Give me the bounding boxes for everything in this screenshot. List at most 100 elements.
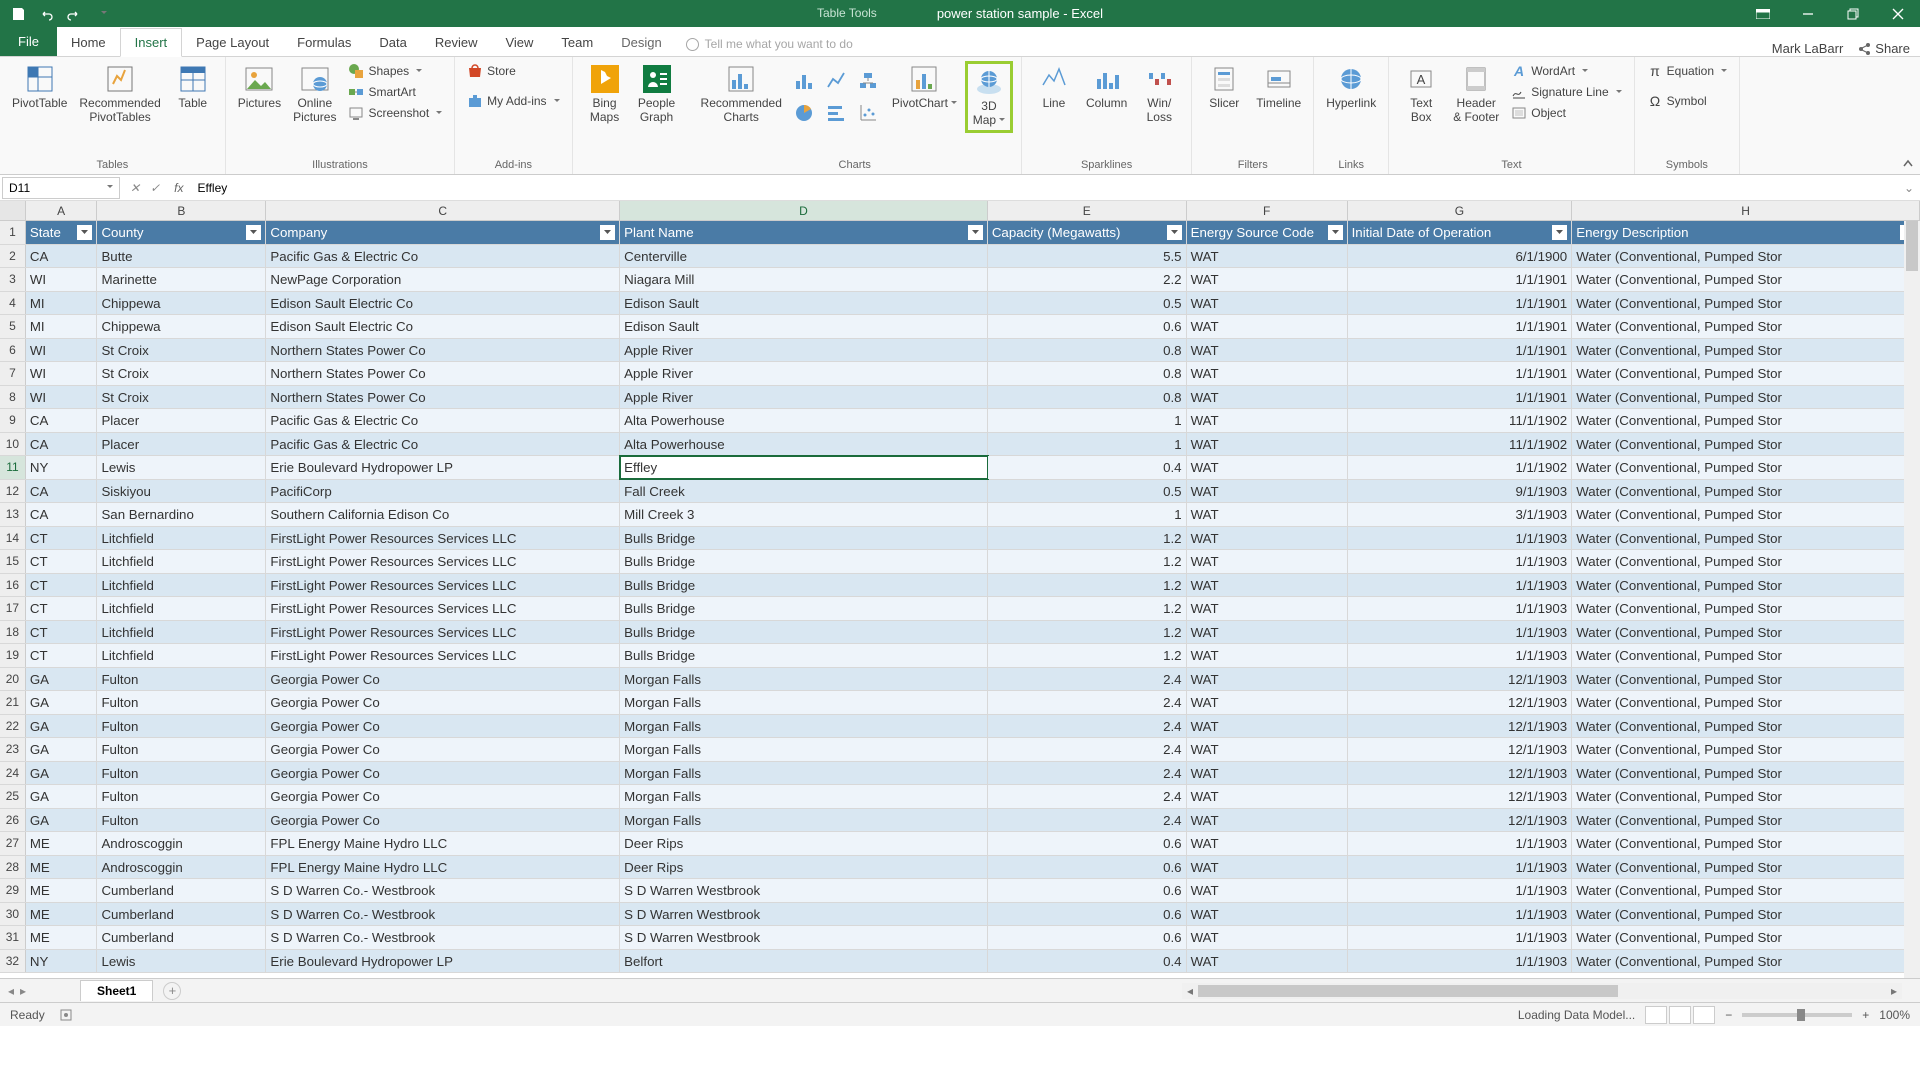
cell[interactable]: Erie Boulevard Hydropower LP bbox=[266, 456, 620, 479]
row-header[interactable]: 28 bbox=[0, 856, 26, 879]
tab-review[interactable]: Review bbox=[421, 29, 492, 56]
cell[interactable]: 2.4 bbox=[988, 738, 1187, 761]
fx-icon[interactable]: fx bbox=[168, 181, 189, 195]
hierarchy-chart-button[interactable] bbox=[854, 67, 882, 95]
tab-data[interactable]: Data bbox=[365, 29, 420, 56]
cell[interactable]: WAT bbox=[1187, 621, 1348, 644]
cell[interactable]: Androscoggin bbox=[97, 856, 266, 879]
cell[interactable]: Georgia Power Co bbox=[266, 715, 620, 738]
sheet-tab[interactable]: Sheet1 bbox=[80, 980, 153, 1001]
expand-formula-bar-icon[interactable]: ⌄ bbox=[1898, 181, 1920, 195]
filter-button[interactable] bbox=[246, 225, 261, 240]
cell[interactable]: 1/1/1901 bbox=[1348, 339, 1573, 362]
table-header-cell[interactable]: Capacity (Megawatts) bbox=[988, 221, 1187, 244]
cell[interactable]: 12/1/1903 bbox=[1348, 738, 1573, 761]
table-header-cell[interactable]: County bbox=[97, 221, 266, 244]
col-header[interactable]: G bbox=[1348, 201, 1573, 220]
cell[interactable]: WAT bbox=[1187, 339, 1348, 362]
col-header[interactable]: H bbox=[1572, 201, 1920, 220]
cell[interactable]: 2.4 bbox=[988, 762, 1187, 785]
cell[interactable]: Water (Conventional, Pumped Stor bbox=[1572, 715, 1920, 738]
view-page-break-button[interactable] bbox=[1693, 1006, 1715, 1024]
textbox-button[interactable]: AText Box bbox=[1397, 61, 1445, 127]
symbol-button[interactable]: ΩSymbol bbox=[1643, 91, 1731, 111]
cell[interactable]: Water (Conventional, Pumped Stor bbox=[1572, 527, 1920, 550]
cell[interactable]: Edison Sault bbox=[620, 292, 988, 315]
row-header[interactable]: 17 bbox=[0, 597, 26, 620]
cell[interactable]: 1.2 bbox=[988, 527, 1187, 550]
cell[interactable]: Edison Sault bbox=[620, 315, 988, 338]
row-header[interactable]: 16 bbox=[0, 574, 26, 597]
row-header[interactable]: 4 bbox=[0, 292, 26, 315]
cell[interactable]: 1/1/1903 bbox=[1348, 856, 1573, 879]
cell[interactable]: Water (Conventional, Pumped Stor bbox=[1572, 879, 1920, 902]
scrollbar-thumb[interactable] bbox=[1906, 221, 1918, 271]
cell[interactable]: WI bbox=[26, 268, 98, 291]
cell[interactable]: Water (Conventional, Pumped Stor bbox=[1572, 574, 1920, 597]
save-icon[interactable] bbox=[10, 6, 26, 22]
cell[interactable]: WAT bbox=[1187, 597, 1348, 620]
formula-input[interactable] bbox=[189, 177, 1897, 199]
cell[interactable]: Water (Conventional, Pumped Stor bbox=[1572, 339, 1920, 362]
col-header[interactable]: F bbox=[1187, 201, 1348, 220]
cell[interactable]: Chippewa bbox=[97, 315, 266, 338]
cell[interactable]: Bulls Bridge bbox=[620, 644, 988, 667]
cell[interactable]: Water (Conventional, Pumped Stor bbox=[1572, 315, 1920, 338]
cell[interactable]: 0.6 bbox=[988, 315, 1187, 338]
cell[interactable]: St Croix bbox=[97, 339, 266, 362]
cell[interactable]: Bulls Bridge bbox=[620, 621, 988, 644]
cell[interactable]: GA bbox=[26, 785, 98, 808]
pivottable-button[interactable]: PivotTable bbox=[8, 61, 71, 127]
row-header[interactable]: 12 bbox=[0, 480, 26, 503]
cell[interactable]: Fulton bbox=[97, 668, 266, 691]
cell[interactable]: GA bbox=[26, 668, 98, 691]
row-header[interactable]: 24 bbox=[0, 762, 26, 785]
shapes-button[interactable]: Shapes bbox=[344, 61, 446, 81]
cell[interactable]: FirstLight Power Resources Services LLC bbox=[266, 527, 620, 550]
name-box-dropdown-icon[interactable] bbox=[104, 181, 113, 195]
row-header[interactable]: 20 bbox=[0, 668, 26, 691]
cell[interactable]: Southern California Edison Co bbox=[266, 503, 620, 526]
row-header[interactable]: 7 bbox=[0, 362, 26, 385]
cell[interactable]: Northern States Power Co bbox=[266, 339, 620, 362]
row-header[interactable]: 30 bbox=[0, 903, 26, 926]
cell[interactable]: 11/1/1902 bbox=[1348, 409, 1573, 432]
cell[interactable]: Water (Conventional, Pumped Stor bbox=[1572, 362, 1920, 385]
equation-button[interactable]: πEquation bbox=[1643, 61, 1731, 81]
row-header[interactable]: 14 bbox=[0, 527, 26, 550]
cell[interactable]: Georgia Power Co bbox=[266, 691, 620, 714]
cell[interactable]: S D Warren Westbrook bbox=[620, 879, 988, 902]
cell[interactable]: MI bbox=[26, 315, 98, 338]
col-header[interactable]: D bbox=[620, 201, 988, 220]
cell[interactable]: Georgia Power Co bbox=[266, 785, 620, 808]
cell[interactable]: Litchfield bbox=[97, 574, 266, 597]
cell[interactable]: Pacific Gas & Electric Co bbox=[266, 245, 620, 268]
tab-team[interactable]: Team bbox=[547, 29, 607, 56]
cell[interactable]: GA bbox=[26, 715, 98, 738]
row-header[interactable]: 5 bbox=[0, 315, 26, 338]
row-header[interactable]: 1 bbox=[0, 221, 26, 244]
cell[interactable]: Litchfield bbox=[97, 644, 266, 667]
cell[interactable]: Fulton bbox=[97, 762, 266, 785]
cell[interactable]: CA bbox=[26, 480, 98, 503]
cell[interactable]: WAT bbox=[1187, 762, 1348, 785]
cell[interactable]: Bulls Bridge bbox=[620, 574, 988, 597]
cell[interactable]: NewPage Corporation bbox=[266, 268, 620, 291]
cell[interactable]: 12/1/1903 bbox=[1348, 691, 1573, 714]
cell[interactable]: Northern States Power Co bbox=[266, 362, 620, 385]
view-page-layout-button[interactable] bbox=[1669, 1006, 1691, 1024]
enter-formula-icon[interactable]: ✓ bbox=[150, 181, 160, 195]
cell[interactable]: Placer bbox=[97, 409, 266, 432]
cell[interactable]: Water (Conventional, Pumped Stor bbox=[1572, 409, 1920, 432]
row-header[interactable]: 15 bbox=[0, 550, 26, 573]
row-header[interactable]: 9 bbox=[0, 409, 26, 432]
cell[interactable]: 12/1/1903 bbox=[1348, 715, 1573, 738]
cell[interactable]: Water (Conventional, Pumped Stor bbox=[1572, 809, 1920, 832]
cell[interactable]: FirstLight Power Resources Services LLC bbox=[266, 574, 620, 597]
cell[interactable]: Water (Conventional, Pumped Stor bbox=[1572, 503, 1920, 526]
cell[interactable]: 1.2 bbox=[988, 550, 1187, 573]
cell[interactable]: Morgan Falls bbox=[620, 785, 988, 808]
timeline-button[interactable]: Timeline bbox=[1252, 61, 1305, 113]
col-header[interactable]: B bbox=[97, 201, 266, 220]
filter-button[interactable] bbox=[968, 225, 983, 240]
